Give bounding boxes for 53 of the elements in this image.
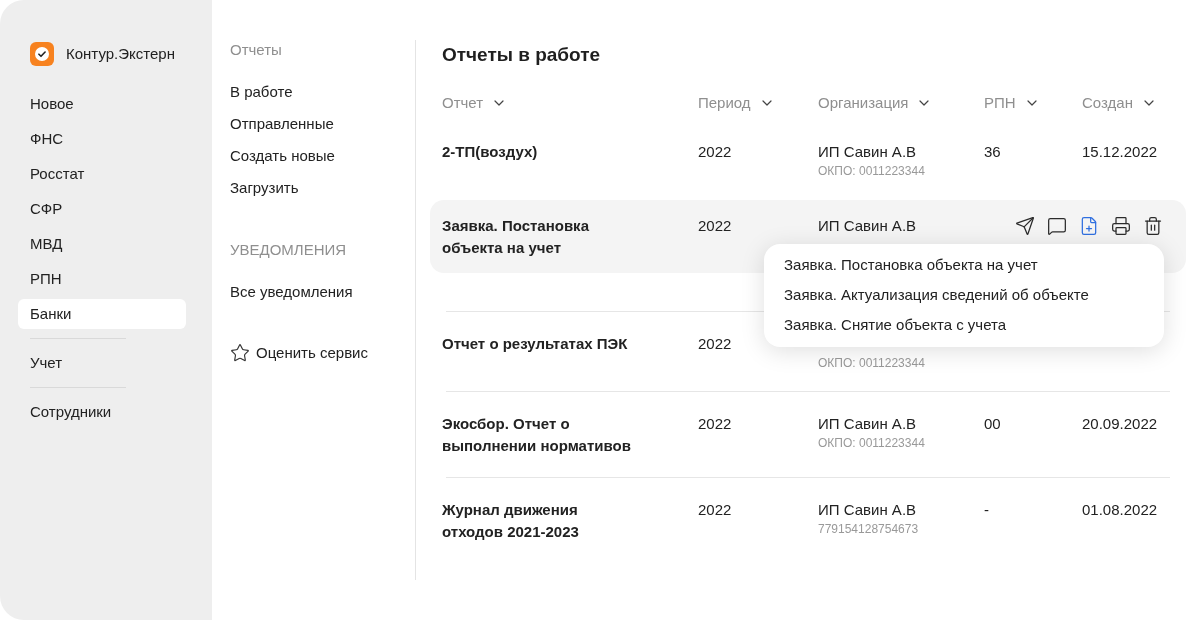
nav-item[interactable]: Новое [18, 89, 186, 119]
nav-item[interactable]: Росстат [18, 159, 186, 189]
organization-name: ИП Савин А.В [818, 142, 917, 162]
rate-service-link[interactable]: Оценить сервис [230, 337, 368, 369]
trash-icon[interactable] [1143, 216, 1163, 236]
org-code: ОКПО: 0011223344 [818, 163, 925, 179]
report-title: Экосбор. Отчет о выполнении нормативов [442, 414, 631, 456]
file-plus-icon[interactable] [1079, 216, 1099, 236]
subnav-item[interactable]: Создать новые [230, 140, 335, 172]
page-title: Отчеты в работе [442, 43, 601, 67]
nav-item[interactable]: МВД [18, 229, 186, 259]
nav-item[interactable]: РПН [18, 264, 186, 294]
org-code: 779154128754673 [818, 521, 919, 537]
report-title: 2-ТП(воздух) [442, 142, 538, 162]
section-heading: Отчеты [230, 40, 282, 60]
nav-item[interactable]: Сотрудники [18, 397, 186, 427]
rpn-value: 36 [984, 142, 1002, 162]
section-heading: УВЕДОМЛЕНИЯ [230, 240, 347, 260]
period-text: 2022 [698, 500, 733, 520]
period-text: 2022 [698, 334, 733, 354]
menu-item[interactable]: Заявка. Снятие объекта с учета [764, 310, 1164, 340]
period-text: 2022 [698, 216, 733, 236]
report-title: Отчет о результатах ПЭК [442, 334, 628, 354]
subnav-item[interactable]: Отправленные [230, 108, 334, 140]
menu-item[interactable]: Заявка. Актуализация сведений об объекте [764, 280, 1164, 310]
app-name: Контур.Экстерн [66, 43, 175, 64]
organization-name: ИП Савин А.В [818, 414, 917, 434]
created-date: 01.08.2022 [1082, 500, 1159, 520]
paper-plane-icon[interactable] [1015, 216, 1035, 236]
organization-name: ИП Савин А.В [818, 216, 917, 236]
logo-icon [30, 42, 54, 66]
report-title: Заявка. Постановка объекта на учет [442, 216, 590, 258]
created-date: 20.09.2022 [1082, 414, 1159, 434]
nav-item[interactable]: ФНС [18, 124, 186, 154]
period-text: 2022 [698, 142, 733, 162]
speech-bubble-icon[interactable] [1047, 216, 1067, 236]
org-code: ОКПО: 0011223344 [818, 435, 925, 451]
printer-icon[interactable] [1111, 216, 1131, 236]
nav-item[interactable]: Банки [18, 299, 186, 329]
report-title: Журнал движения отходов 2021-2023 [442, 500, 580, 542]
created-date: 15.12.2022 [1082, 142, 1159, 162]
org-code: ОКПО: 0011223344 [818, 355, 925, 371]
period-text: 2022 [698, 414, 733, 434]
subnav-item[interactable]: Все уведомления [230, 276, 353, 308]
nav-item[interactable]: СФР [18, 194, 186, 224]
organization-name: ИП Савин А.В [818, 500, 917, 520]
menu-item[interactable]: Заявка. Постановка объекта на учет [764, 250, 1164, 280]
rpn-value: 00 [984, 414, 1002, 434]
subnav-item[interactable]: В работе [230, 76, 293, 108]
nav-item[interactable]: Учет [18, 348, 186, 378]
rpn-value: - [984, 500, 990, 520]
subnav-item[interactable]: Загрузить [230, 172, 299, 204]
star-icon [230, 343, 250, 363]
